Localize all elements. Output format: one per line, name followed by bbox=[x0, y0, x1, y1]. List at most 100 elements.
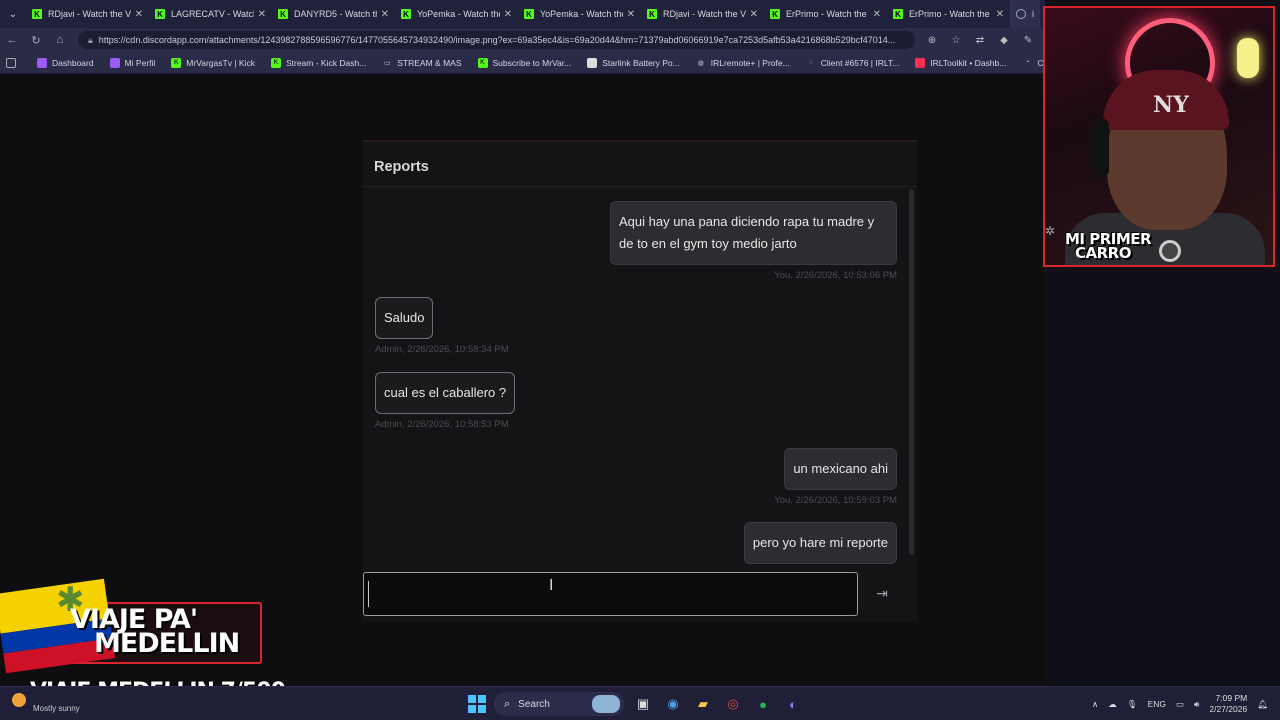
close-tab-icon[interactable]: ✕ bbox=[504, 9, 512, 20]
trip-title: VIAJE PA' MEDELLIN bbox=[70, 606, 240, 659]
browser-tab[interactable]: im bbox=[1010, 0, 1040, 28]
clock[interactable]: 7:09 PM 2/27/2026 bbox=[1209, 693, 1247, 715]
browser-tab[interactable]: K YoPemka - Watch the VC ✕ bbox=[518, 0, 641, 28]
bookmarks-toggle-icon[interactable] bbox=[6, 57, 21, 68]
bookmark-item[interactable]: ◍ IRLremote+ | Profe... bbox=[696, 58, 790, 68]
back-button[interactable]: ← bbox=[0, 28, 24, 52]
browser-tab[interactable]: K RDjavi - Watch the VOD ✕ bbox=[26, 0, 149, 28]
edge-browser-icon[interactable]: ◉ bbox=[662, 693, 684, 715]
bookmark-item[interactable]: IRLToolkit • Dashb... bbox=[915, 57, 1006, 68]
browser-tab-bar: ⌄ K RDjavi - Watch the VOD ✕ K LAGRECATV - W… bbox=[0, 0, 1045, 28]
tab-title: ErPrimo - Watch the VC bbox=[909, 9, 992, 19]
weather-text: Mostly sunny bbox=[33, 704, 80, 713]
bookmark-item[interactable]: Dashboard bbox=[37, 57, 94, 68]
bookmark-label: Dashboard bbox=[52, 57, 94, 68]
microphone-icon[interactable]: 🎙︎ bbox=[1127, 699, 1138, 710]
pen-icon[interactable]: ✎ bbox=[1017, 35, 1039, 46]
url-field[interactable]: 🔒︎ https://cdn.discordapp.com/attachment… bbox=[78, 31, 915, 49]
extension-icon[interactable]: ◆ bbox=[993, 35, 1015, 46]
close-tab-icon[interactable]: ✕ bbox=[996, 9, 1004, 20]
home-button[interactable]: ⌂ bbox=[48, 28, 72, 52]
tab-title: LAGRECATV - Watch the bbox=[171, 9, 254, 19]
translate-icon[interactable]: ⇄ bbox=[969, 35, 991, 46]
bookmark-item[interactable]: ◌ Client #6576 | IRLT... bbox=[806, 58, 900, 68]
bookmark-item[interactable]: Mi Perfil bbox=[109, 57, 156, 68]
bookmark-item[interactable]: K Stream - Kick Dash... bbox=[270, 57, 366, 68]
bookmark-label: Mi Perfil bbox=[124, 57, 156, 68]
message-meta: You, 2/26/2026, 10:53:06 PM bbox=[774, 270, 897, 281]
close-tab-icon[interactable]: ✕ bbox=[258, 9, 266, 20]
spotify-icon[interactable]: ● bbox=[752, 693, 774, 715]
bookmark-item[interactable]: K Subscribe to MrVar... bbox=[477, 57, 571, 68]
dialog-title: Reports bbox=[374, 159, 429, 175]
windows-taskbar: Mostly sunny ⌕ Search ▣ ◉ ▰ ◎ ● ◐ ∧ ☁ 🎙︎… bbox=[0, 686, 1280, 720]
bookmark-label: Starlink Battery Po... bbox=[602, 57, 680, 68]
webcam-overlay: NY ✲ MI PRIMER CARRO bbox=[1043, 6, 1275, 267]
show-hidden-icons-icon[interactable]: ∧ bbox=[1092, 699, 1098, 710]
network-icon[interactable]: ▭ bbox=[1176, 699, 1184, 710]
browser-tab[interactable]: K YoPemka - Watch the VC ✕ bbox=[395, 0, 518, 28]
language-indicator[interactable]: ENG bbox=[1148, 699, 1166, 709]
bookmark-purple-icon bbox=[109, 57, 120, 68]
zoom-icon[interactable]: ⊕ bbox=[921, 35, 943, 46]
bookmark-item[interactable]: Starlink Battery Po... bbox=[587, 57, 680, 68]
favorite-star-icon[interactable]: ☆ bbox=[945, 35, 967, 46]
search-label: Search bbox=[518, 698, 550, 710]
message-bubble: Aqui hay una pana diciendo rapa tu madre… bbox=[610, 201, 897, 265]
task-view-icon[interactable]: ▣ bbox=[632, 693, 654, 715]
message-item: Saludo Admin, 2/26/2026, 10:58:34 PM bbox=[375, 297, 509, 355]
browser-tab[interactable]: K LAGRECATV - Watch the ✕ bbox=[149, 0, 272, 28]
browser-tab[interactable]: K RDjavi - Watch the VOD ✕ bbox=[641, 0, 764, 28]
text-cursor-icon: I bbox=[549, 577, 554, 594]
bookmark-item[interactable]: ▭ STREAM & MAS bbox=[382, 58, 462, 68]
tab-title: DANYRD5 - Watch the V bbox=[294, 9, 377, 19]
tab-title: YoPemka - Watch the VC bbox=[540, 9, 623, 19]
file-explorer-icon[interactable]: ▰ bbox=[692, 693, 714, 715]
clock-time: 7:09 PM bbox=[1215, 693, 1248, 703]
browser-tab[interactable]: K DANYRD5 - Watch the V ✕ bbox=[272, 0, 395, 28]
message-item: pero yo hare mi reporte bbox=[743, 522, 897, 564]
reload-button[interactable]: ↻ bbox=[24, 28, 48, 52]
chrome-icon[interactable]: ◎ bbox=[722, 693, 744, 715]
close-tab-icon[interactable]: ✕ bbox=[627, 9, 635, 20]
tab-title: ErPrimo - Watch the VC bbox=[786, 9, 869, 19]
neon-banana-icon bbox=[1237, 38, 1259, 78]
message-bubble: un mexicano ahi bbox=[784, 448, 897, 490]
bookmark-timer-icon: ◔ bbox=[1025, 59, 1030, 66]
bookmark-item[interactable]: K MrVargasTv | Kick bbox=[171, 57, 255, 68]
sun-icon bbox=[12, 693, 26, 707]
volume-icon[interactable]: 🔊︎ bbox=[1194, 699, 1199, 710]
headset-icon bbox=[1089, 118, 1109, 178]
bookmark-kick-icon: K bbox=[270, 57, 281, 68]
weather-widget[interactable]: Mostly sunny bbox=[12, 693, 80, 713]
kick-icon: K bbox=[32, 9, 42, 19]
close-tab-icon[interactable]: ✕ bbox=[135, 9, 143, 20]
lock-icon: 🔒︎ bbox=[88, 34, 93, 45]
settings-gear-icon: ✲ bbox=[1045, 224, 1056, 238]
search-highlight-icon bbox=[592, 695, 620, 713]
tab-title: RDjavi - Watch the VOD bbox=[48, 9, 131, 19]
close-tab-icon[interactable]: ✕ bbox=[750, 9, 758, 20]
webcam-caption-line-2: CARRO bbox=[1075, 244, 1131, 262]
trip-title-line-2: MEDELLIN bbox=[94, 628, 240, 659]
message-bubble: Saludo bbox=[375, 297, 434, 339]
message-meta: Admin, 2/26/2026, 10:58:34 PM bbox=[375, 344, 509, 355]
browser-tab[interactable]: K ErPrimo - Watch the VC ✕ bbox=[764, 0, 887, 28]
onedrive-icon[interactable]: ☁ bbox=[1108, 699, 1117, 710]
discord-icon[interactable]: ◐ bbox=[782, 693, 804, 715]
tab-list-menu-button[interactable]: ⌄ bbox=[0, 0, 26, 28]
tab-title: im bbox=[1032, 9, 1034, 19]
close-tab-icon[interactable]: ✕ bbox=[873, 9, 881, 20]
close-tab-icon[interactable]: ✕ bbox=[381, 9, 389, 20]
taskbar-search[interactable]: ⌕ Search bbox=[494, 692, 624, 716]
kick-icon: K bbox=[647, 9, 657, 19]
message-meta: Admin, 2/26/2026, 10:58:53 PM bbox=[375, 419, 509, 430]
send-button[interactable]: ⇥ bbox=[871, 582, 893, 604]
browser-tab[interactable]: K ErPrimo - Watch the VC ✕ bbox=[887, 0, 1010, 28]
notifications-icon[interactable]: 🔔︎ bbox=[1257, 699, 1268, 710]
report-message-input[interactable]: I bbox=[363, 572, 858, 616]
bookmark-kick-icon: K bbox=[171, 57, 182, 68]
messages-scrollbar[interactable] bbox=[909, 189, 914, 555]
start-button[interactable] bbox=[468, 695, 486, 713]
bookmark-kick-icon: K bbox=[477, 57, 488, 68]
